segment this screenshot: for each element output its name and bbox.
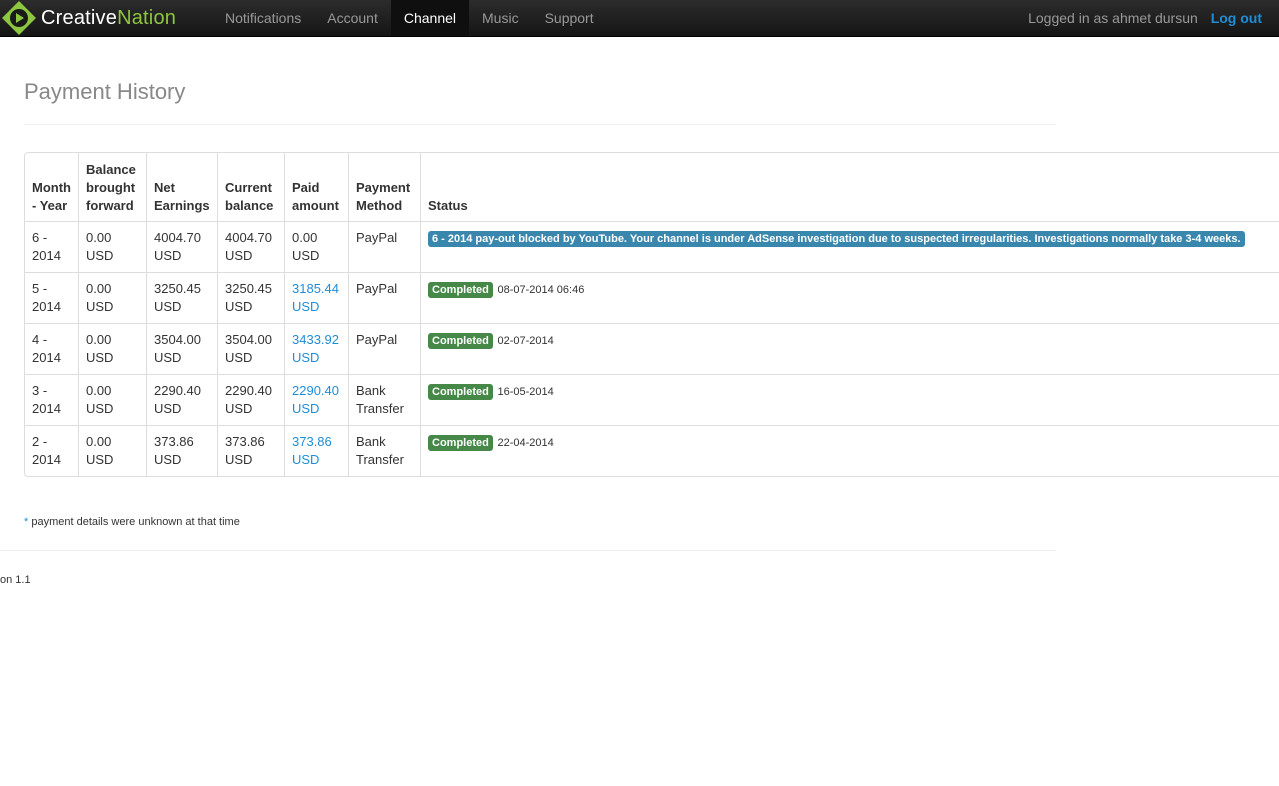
paid-amount-link[interactable]: 373.86 USD bbox=[292, 434, 332, 467]
header-paid: Paid amount bbox=[284, 153, 348, 221]
header-balance: Balance brought forward bbox=[78, 153, 146, 221]
cell-balance: 0.00 USD bbox=[78, 221, 146, 272]
table-row: 5 - 2014 0.00 USD 3250.45 USD 3250.45 USD 31… bbox=[25, 272, 1279, 323]
header-month: Month - Year bbox=[32, 180, 71, 213]
cell-current: 2290.40 USD bbox=[217, 374, 284, 425]
header-net: Net Earnings bbox=[146, 153, 217, 221]
status-date: 08-07-2014 06:46 bbox=[497, 284, 585, 296]
cell-paid: 3185.44 USD bbox=[284, 272, 348, 323]
brand-name: CreativeNation bbox=[41, 6, 177, 29]
completed-status-badge: Completed bbox=[428, 333, 493, 349]
footnote-text: payment details were unknown at that tim… bbox=[28, 516, 240, 528]
brand-logo[interactable]: CreativeNation bbox=[2, 1, 176, 35]
status-date: 16-05-2014 bbox=[497, 386, 554, 398]
cell-status: 6 - 2014 pay-out blocked by YouTube. You… bbox=[420, 221, 1279, 272]
main-nav: Notifications Account Channel Music Supp… bbox=[212, 0, 607, 36]
paid-amount-link[interactable]: 3185.44 USD bbox=[292, 281, 339, 314]
page-header: Payment History bbox=[24, 76, 1056, 125]
blocked-status-badge: 6 - 2014 pay-out blocked by YouTube. You… bbox=[428, 231, 1245, 247]
cell-net: 2290.40 USD bbox=[146, 374, 217, 425]
cell-month: 4 - 2014 bbox=[25, 323, 78, 374]
footer-divider bbox=[0, 550, 1056, 551]
cell-paid: 373.86 USD bbox=[284, 425, 348, 476]
cell-paid: 3433.92 USD bbox=[284, 323, 348, 374]
status-date: 22-04-2014 bbox=[497, 437, 554, 449]
cell-status: Completed 16-05-2014 bbox=[420, 374, 1279, 425]
cell-net: 3504.00 USD bbox=[146, 323, 217, 374]
cell-status: Completed 22-04-2014 bbox=[420, 425, 1279, 476]
cell-current: 4004.70 USD bbox=[217, 221, 284, 272]
cell-status: Completed 02-07-2014 bbox=[420, 323, 1279, 374]
version-text: on 1.1 bbox=[0, 574, 31, 586]
cell-balance: 0.00 USD bbox=[78, 272, 146, 323]
table-row: 4 - 2014 0.00 USD 3504.00 USD 3504.00 USD 34… bbox=[25, 323, 1279, 374]
top-navbar: CreativeNation Notifications Account Cha… bbox=[0, 0, 1279, 37]
paid-amount-link[interactable]: 3433.92 USD bbox=[292, 332, 339, 365]
cell-net: 3250.45 USD bbox=[146, 272, 217, 323]
cell-paid: 2290.40 USD bbox=[284, 374, 348, 425]
nav-channel[interactable]: Channel bbox=[390, 0, 470, 36]
cell-net: 373.86 USD bbox=[146, 425, 217, 476]
cell-net: 4004.70 USD bbox=[146, 221, 217, 272]
cell-paid: 0.00 USD bbox=[284, 221, 348, 272]
status-date: 02-07-2014 bbox=[497, 335, 554, 347]
cell-month: 3 - 2014 bbox=[25, 374, 78, 425]
cell-balance: 0.00 USD bbox=[78, 323, 146, 374]
nav-notifications[interactable]: Notifications bbox=[212, 0, 314, 36]
play-logo-icon bbox=[2, 1, 36, 35]
table-row: 2 - 2014 0.00 USD 373.86 USD 373.86 USD 373.… bbox=[25, 425, 1279, 476]
payment-history-table: Month - Year Balance brought forward Net… bbox=[24, 152, 1279, 477]
table-header-row: Month - Year Balance brought forward Net… bbox=[25, 153, 1279, 221]
cell-status: Completed 08-07-2014 06:46 bbox=[420, 272, 1279, 323]
cell-month: 2 - 2014 bbox=[25, 425, 78, 476]
completed-status-badge: Completed bbox=[428, 282, 493, 298]
completed-status-badge: Completed bbox=[428, 384, 493, 400]
page-title: Payment History bbox=[24, 79, 186, 104]
cell-method: Bank Transfer bbox=[348, 374, 420, 425]
nav-support[interactable]: Support bbox=[532, 0, 607, 36]
cell-method: Bank Transfer bbox=[348, 425, 420, 476]
user-box: Logged in as ahmet dursun Log out bbox=[1028, 0, 1262, 36]
header-status: Status bbox=[420, 153, 1279, 221]
cell-current: 3250.45 USD bbox=[217, 272, 284, 323]
table-row: 6 - 2014 0.00 USD 4004.70 USD 4004.70 USD 0.… bbox=[25, 221, 1279, 272]
cell-balance: 0.00 USD bbox=[78, 374, 146, 425]
nav-music[interactable]: Music bbox=[469, 0, 532, 36]
completed-status-badge: Completed bbox=[428, 435, 493, 451]
cell-method: PayPal bbox=[348, 221, 420, 272]
cell-month: 6 - 2014 bbox=[25, 221, 78, 272]
cell-balance: 0.00 USD bbox=[78, 425, 146, 476]
logout-link[interactable]: Log out bbox=[1211, 10, 1262, 26]
paid-amount-link[interactable]: 2290.40 USD bbox=[292, 383, 339, 416]
logged-in-text: Logged in as ahmet dursun bbox=[1028, 10, 1198, 26]
table-row: 3 - 2014 0.00 USD 2290.40 USD 2290.40 USD 22… bbox=[25, 374, 1279, 425]
cell-method: PayPal bbox=[348, 323, 420, 374]
cell-current: 3504.00 USD bbox=[217, 323, 284, 374]
cell-current: 373.86 USD bbox=[217, 425, 284, 476]
footnote: * payment details were unknown at that t… bbox=[24, 516, 240, 528]
cell-method: PayPal bbox=[348, 272, 420, 323]
header-method: Payment Method bbox=[348, 153, 420, 221]
header-current: Current balance bbox=[217, 153, 284, 221]
cell-month: 5 - 2014 bbox=[25, 272, 78, 323]
nav-account[interactable]: Account bbox=[314, 0, 391, 36]
